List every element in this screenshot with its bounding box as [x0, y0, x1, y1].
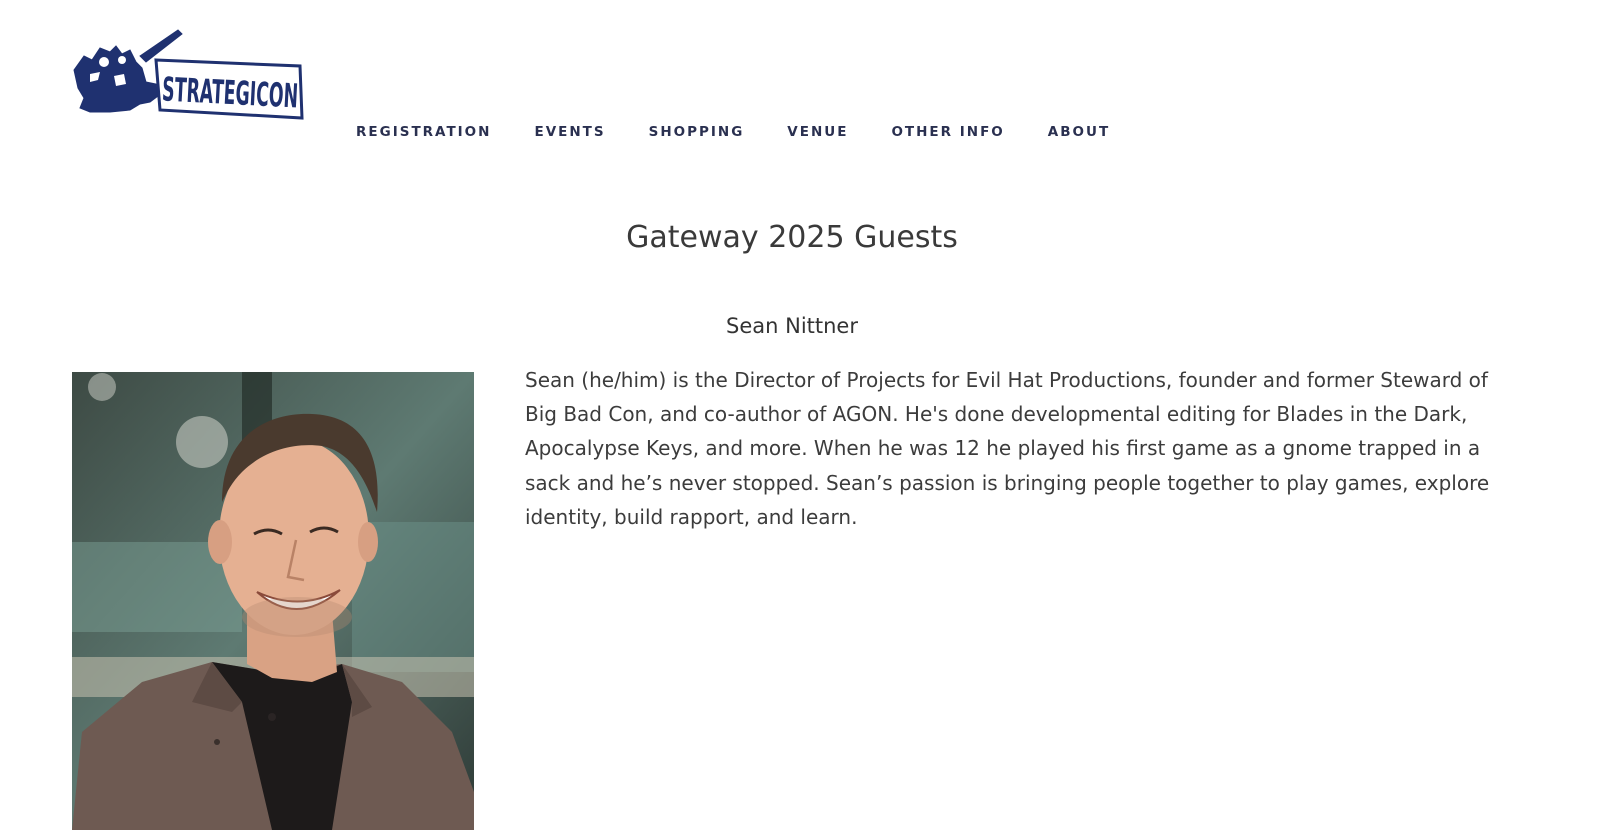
svg-text:STRATEGICON: STRATEGICON [161, 69, 299, 115]
nav-about[interactable]: ABOUT [1048, 124, 1110, 140]
nav-registration[interactable]: REGISTRATION [356, 124, 491, 140]
guest-photo [72, 372, 474, 830]
main-nav: REGISTRATION EVENTS SHOPPING VENUE OTHER… [356, 124, 1153, 140]
site-header: STRATEGICON REGISTRATION EVENTS SHOPPING… [0, 0, 1612, 180]
strategicon-logo[interactable]: STRATEGICON [70, 26, 305, 122]
nav-shopping[interactable]: SHOPPING [649, 124, 745, 140]
nav-other-info[interactable]: OTHER INFO [891, 124, 1004, 140]
page-title: Gateway 2025 Guests [626, 220, 958, 255]
nav-venue[interactable]: VENUE [787, 124, 848, 140]
nav-events[interactable]: EVENTS [534, 124, 605, 140]
guest-bio: Sean (he/him) is the Director of Project… [525, 368, 1490, 529]
guest-name: Sean Nittner [726, 314, 858, 338]
